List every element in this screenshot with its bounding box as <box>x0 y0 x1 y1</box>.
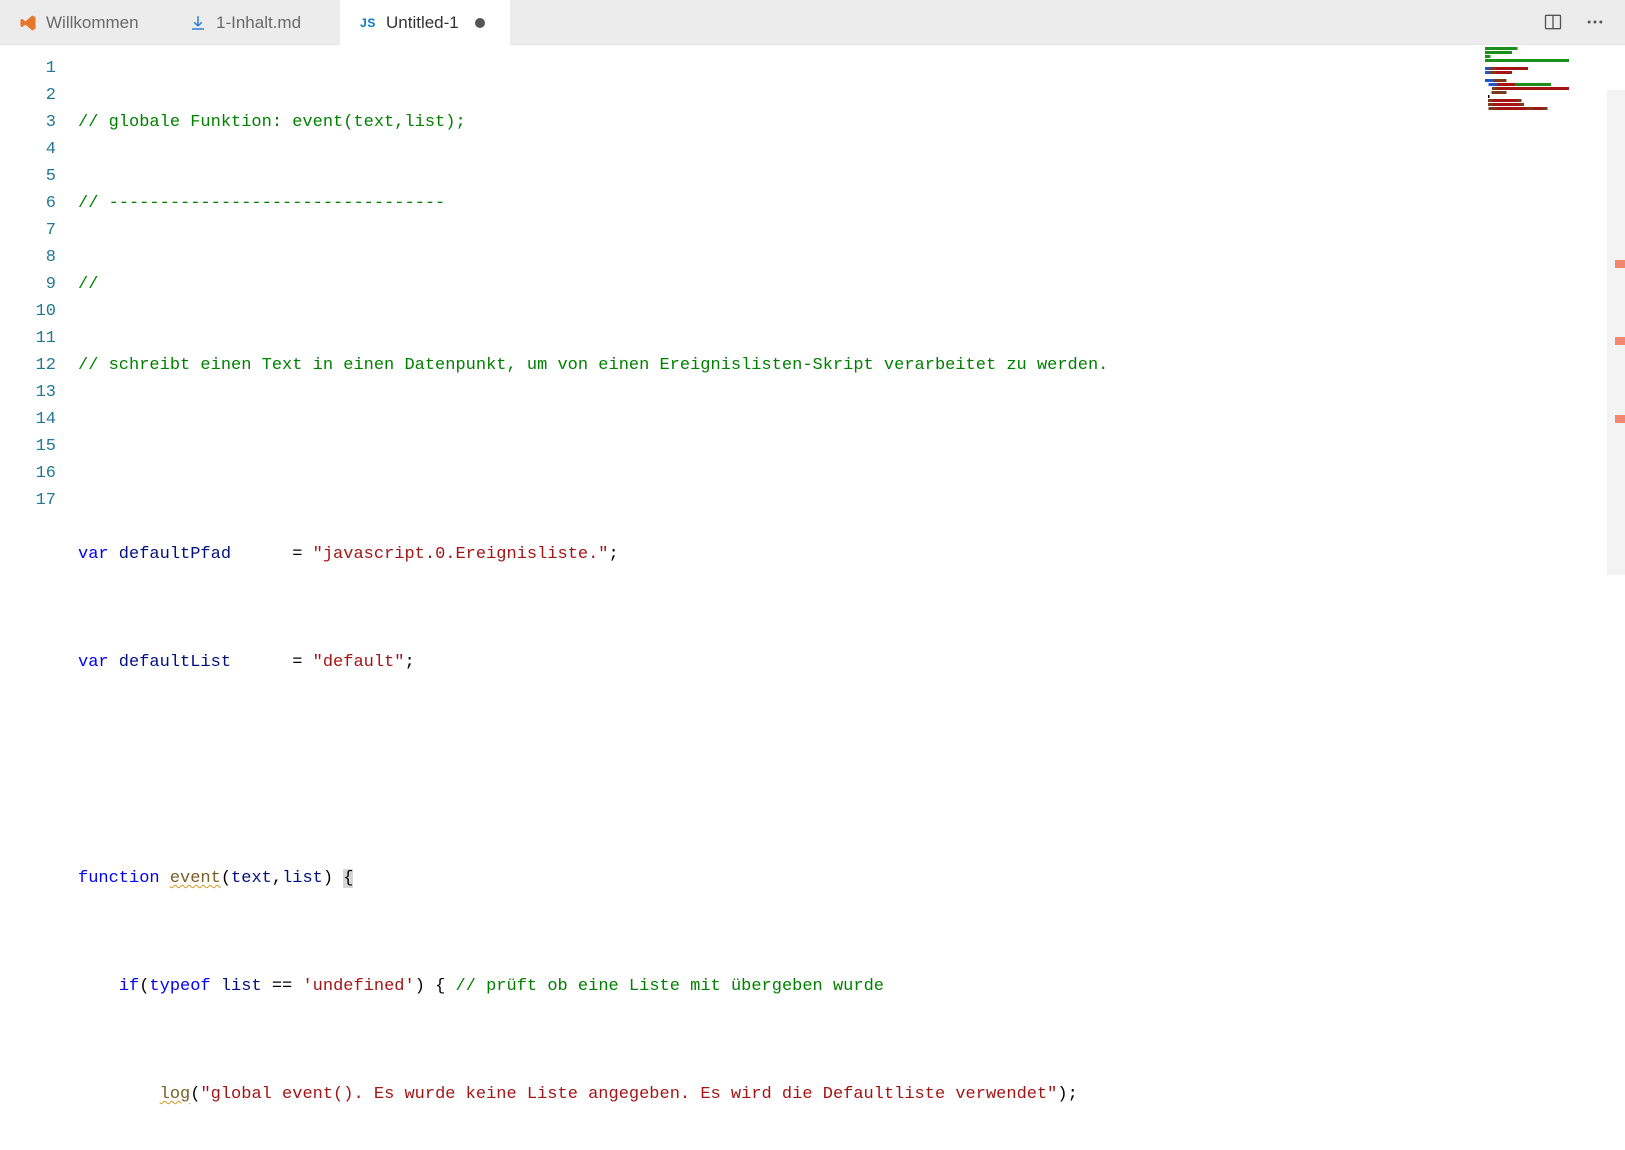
kw: typeof <box>149 977 210 996</box>
op: ) { <box>415 977 456 996</box>
kw: var <box>78 545 109 564</box>
op: ; <box>404 653 414 672</box>
overview-error-marker-icon[interactable] <box>1615 260 1625 268</box>
ident: defaultList <box>109 653 293 672</box>
tab-label: Willkommen <box>46 13 139 33</box>
str: 'undefined' <box>302 977 414 996</box>
indent <box>78 977 119 996</box>
fn: event <box>170 869 221 888</box>
cmt: // prüft ob eine Liste mit übergeben wur… <box>456 977 884 996</box>
brace: { <box>343 869 353 888</box>
tab-label: Untitled-1 <box>386 13 459 33</box>
op: ( <box>190 1085 200 1104</box>
tab-bar: Willkommen 1-Inhalt.md JS Untitled-1 <box>0 0 1625 45</box>
js-icon: JS <box>358 13 378 33</box>
sp <box>211 977 221 996</box>
tab-willkommen[interactable]: Willkommen <box>0 0 170 45</box>
op: == <box>262 977 303 996</box>
str: "default" <box>313 653 405 672</box>
tab-inhalt[interactable]: 1-Inhalt.md <box>170 0 340 45</box>
op: = <box>292 545 312 564</box>
line-number-gutter: 12345 678910 1112131415 1617 <box>0 45 78 575</box>
str: "javascript.0.Ereignisliste." <box>313 545 609 564</box>
indent <box>78 1085 160 1104</box>
code-text <box>78 433 1625 460</box>
kw: if <box>119 977 139 996</box>
tab-actions <box>1539 0 1625 44</box>
code-area[interactable]: // globale Funktion: event(text,list); /… <box>78 45 1625 575</box>
ident: defaultPfad <box>109 545 293 564</box>
overview-error-marker-icon[interactable] <box>1615 337 1625 345</box>
overview-error-marker-icon[interactable] <box>1615 415 1625 423</box>
ident: list <box>221 977 262 996</box>
dirty-indicator-icon <box>475 18 485 28</box>
op: ( <box>139 977 149 996</box>
tab-untitled-1[interactable]: JS Untitled-1 <box>340 0 510 45</box>
op: ; <box>609 545 619 564</box>
tab-label: 1-Inhalt.md <box>216 13 301 33</box>
code-text: // <box>78 275 98 294</box>
code-text: // globale Funktion: event(text,list); <box>78 113 466 132</box>
markdown-icon <box>188 13 208 33</box>
split-editor-icon[interactable] <box>1539 8 1567 36</box>
vscode-icon <box>18 13 38 33</box>
code-text: // schreibt einen Text in einen Datenpun… <box>78 356 1108 375</box>
kw: function <box>78 869 170 888</box>
op: ( <box>221 869 231 888</box>
op: ) <box>323 869 343 888</box>
param: text <box>231 869 272 888</box>
param: list <box>282 869 323 888</box>
fn: log <box>160 1085 191 1104</box>
op: = <box>292 653 312 672</box>
more-icon[interactable] <box>1581 8 1609 36</box>
op: ); <box>1057 1085 1077 1104</box>
editor[interactable]: 12345 678910 1112131415 1617 // globale … <box>0 45 1625 575</box>
overview-ruler[interactable] <box>1607 90 1625 575</box>
kw: var <box>78 653 109 672</box>
str: "global event(). Es wurde keine Liste an… <box>200 1085 1057 1104</box>
op: , <box>272 869 282 888</box>
code-text: // --------------------------------- <box>78 194 445 213</box>
blank <box>78 757 1625 784</box>
